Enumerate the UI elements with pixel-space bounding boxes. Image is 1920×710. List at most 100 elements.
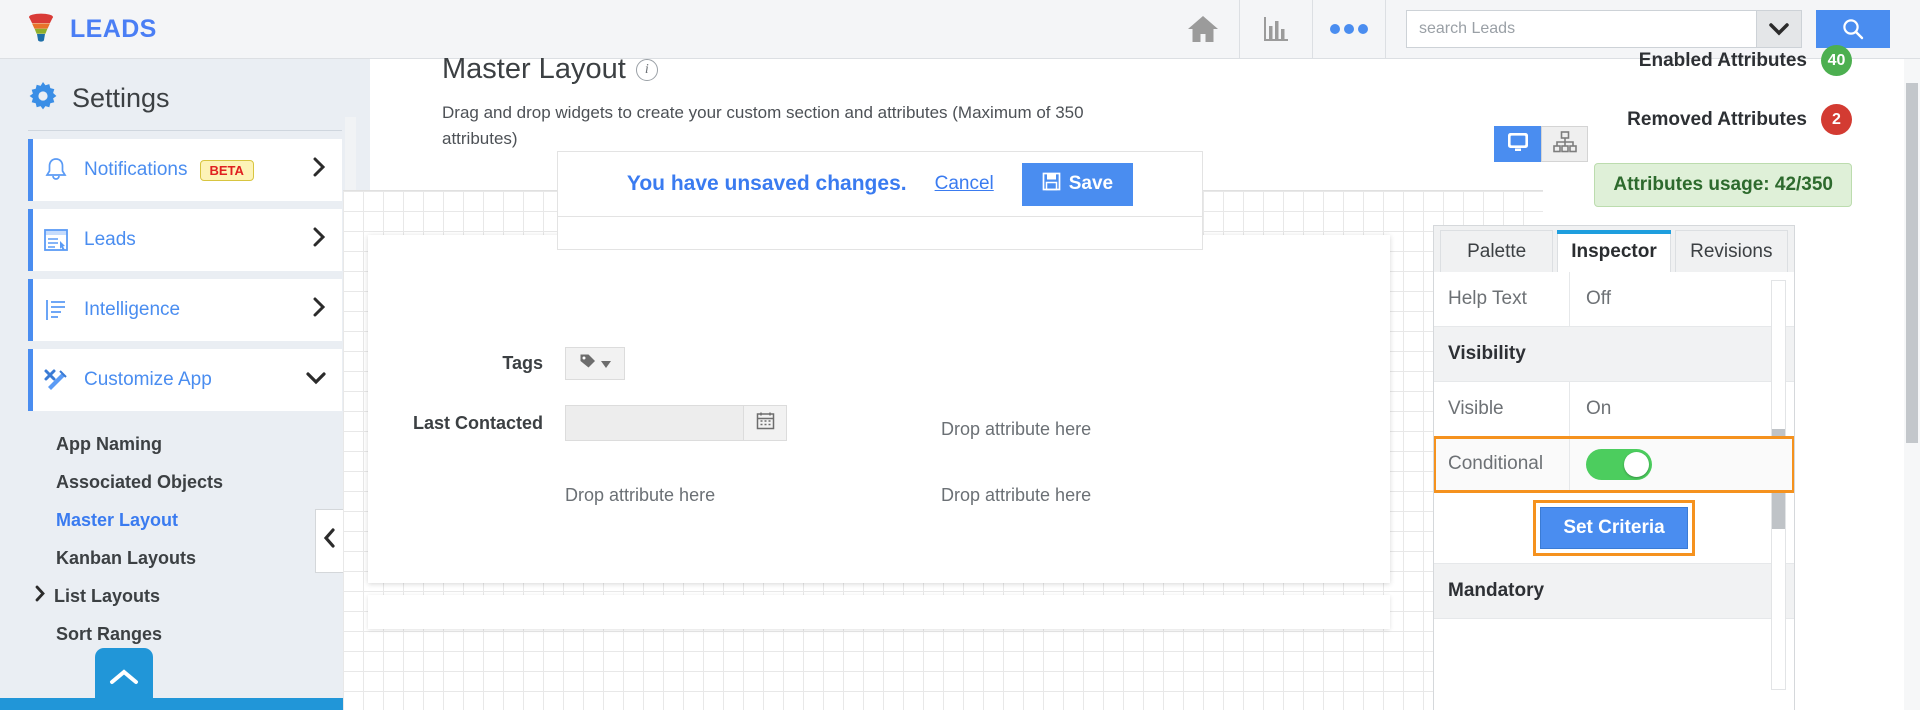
field-label-last-contacted: Last Contacted: [412, 412, 543, 433]
canvas-collapse-handle[interactable]: [315, 509, 343, 573]
divider: [1385, 0, 1386, 59]
inspector-row-set-criteria: Set Criteria: [1434, 492, 1794, 564]
sub-item-label: Associated Objects: [56, 471, 224, 492]
inspector-section-visibility: Visibility: [1434, 327, 1794, 382]
document-lines-icon: [28, 297, 84, 323]
field-row-last-contacted: Last Contacted: [368, 405, 787, 441]
bottom-accent-bar: [0, 698, 370, 710]
last-contacted-input[interactable]: [565, 405, 743, 441]
set-criteria-button[interactable]: Set Criteria: [1540, 506, 1688, 549]
calendar-icon: [756, 411, 775, 435]
tab-revisions-label: Revisions: [1690, 240, 1773, 262]
calendar-picker-button[interactable]: [743, 405, 787, 441]
inspector-tabs: Palette Inspector Revisions: [1434, 226, 1794, 272]
layout-canvas[interactable]: You have unsaved changes. Cancel Save Ta…: [315, 126, 1588, 710]
field-row-tags: Tags: [368, 347, 628, 380]
inspector-row-visible[interactable]: Visible On: [1434, 382, 1794, 437]
toggle-knob: [1624, 451, 1649, 477]
main-scrollbar[interactable]: [1904, 59, 1920, 710]
tab-revisions[interactable]: Revisions: [1674, 230, 1788, 272]
sub-item-label: Master Layout: [56, 509, 179, 530]
attributes-usage-pill: Attributes usage: 42/350: [1594, 163, 1852, 207]
search-box[interactable]: [1406, 10, 1756, 48]
tags-dropdown-button[interactable]: [565, 347, 625, 380]
inspector-row-conditional[interactable]: Conditional: [1434, 436, 1794, 493]
enabled-attributes-label: Enabled Attributes: [1638, 49, 1807, 71]
removed-attributes-badge: 2: [1821, 104, 1852, 135]
search-icon: [1843, 19, 1864, 40]
sidebar-item-label: Notifications: [84, 159, 188, 180]
window-list-icon: [28, 227, 84, 253]
inspector-key-conditional: Conditional: [1434, 437, 1570, 491]
tab-palette-label: Palette: [1467, 240, 1527, 262]
hierarchy-view-button[interactable]: [1541, 126, 1588, 162]
sidebar-item-associated-objects[interactable]: Associated Objects: [0, 463, 370, 501]
drop-zone-right-2[interactable]: Drop attribute here: [941, 485, 1091, 506]
tab-inspector[interactable]: Inspector: [1557, 230, 1671, 272]
sub-item-label: App Naming: [56, 433, 162, 454]
layout-sheet[interactable]: You have unsaved changes. Cancel Save Ta…: [368, 151, 1390, 583]
search-input[interactable]: [1419, 20, 1744, 38]
removed-attributes-label: Removed Attributes: [1627, 108, 1807, 130]
gear-icon: [28, 81, 58, 116]
beta-badge: BETA: [199, 159, 254, 181]
device-view-toggle: [1494, 126, 1588, 162]
funnel-icon: [24, 10, 58, 49]
app-brand[interactable]: LEADS: [0, 10, 370, 49]
sidebar-item-intelligence[interactable]: Intelligence: [28, 279, 342, 341]
sidebar-item-label: Customize App: [84, 369, 212, 390]
save-button-label: Save: [1068, 173, 1114, 194]
inspector-key-visible: Visible: [1434, 382, 1570, 436]
unsaved-changes-bar: You have unsaved changes. Cancel Save: [557, 151, 1203, 217]
brand-label: LEADS: [70, 14, 157, 43]
tab-inspector-label: Inspector: [1571, 240, 1657, 262]
cancel-button[interactable]: Cancel: [935, 173, 994, 195]
tab-palette[interactable]: Palette: [1440, 230, 1554, 272]
main-content: Master Layout i Drag and drop widgets to…: [315, 45, 1920, 710]
search-button[interactable]: [1816, 10, 1890, 48]
sidebar-item-list-layouts[interactable]: List Layouts: [0, 577, 370, 615]
tools-icon: [28, 367, 84, 393]
inspector-value-help-text: Off: [1586, 288, 1611, 309]
bar-chart-icon[interactable]: [1240, 0, 1312, 59]
chevron-right-icon: [34, 585, 46, 607]
tag-icon: [579, 353, 596, 375]
home-icon[interactable]: [1167, 0, 1239, 59]
floppy-disk-icon: [1042, 172, 1061, 197]
sidebar-item-app-naming[interactable]: App Naming: [0, 425, 370, 463]
drop-zone-left-1[interactable]: Drop attribute here: [565, 485, 715, 506]
enabled-attributes-badge: 40: [1821, 45, 1852, 76]
chevron-left-icon: [323, 528, 336, 554]
sub-item-label: List Layouts: [54, 585, 161, 606]
inspector-value-visible: On: [1586, 398, 1612, 419]
more-dots-icon[interactable]: [1313, 0, 1385, 59]
enabled-attributes-row: Enabled Attributes 40: [1594, 45, 1852, 76]
sidebar-item-customize-app[interactable]: Customize App: [28, 349, 342, 411]
chevron-right-icon: [312, 297, 342, 323]
field-label-tags: Tags: [502, 353, 543, 373]
unsaved-message: You have unsaved changes.: [626, 172, 907, 195]
sidebar-item-label: Leads: [84, 229, 136, 250]
sub-item-label: Sort Ranges: [56, 623, 163, 644]
main-scrollbar-thumb[interactable]: [1906, 83, 1918, 443]
monitor-icon: [1505, 130, 1531, 159]
search-scope-dropdown[interactable]: [1756, 10, 1802, 48]
desktop-view-button[interactable]: [1494, 126, 1541, 162]
sidebar-item-notifications[interactable]: Notifications BETA: [28, 139, 342, 201]
sidebar-item-sort-ranges[interactable]: Sort Ranges: [0, 615, 370, 653]
sidebar-item-leads[interactable]: Leads: [28, 209, 342, 271]
set-criteria-highlight: Set Criteria: [1533, 499, 1695, 556]
conditional-toggle[interactable]: [1586, 448, 1652, 480]
chevron-right-icon: [312, 227, 342, 253]
info-icon[interactable]: i: [635, 58, 658, 81]
inspector-row-help-text[interactable]: Help Text Off: [1434, 272, 1794, 327]
sub-item-label: Kanban Layouts: [56, 547, 197, 568]
page-subtitle: Drag and drop widgets to create your cus…: [442, 103, 1084, 148]
layout-sheet-secondary[interactable]: [368, 595, 1390, 629]
bell-icon: [28, 156, 84, 184]
save-button[interactable]: Save: [1021, 162, 1134, 206]
search-area: [1406, 10, 1890, 48]
app-root: LEADS search Leads Settings Notification…: [0, 0, 1920, 710]
drop-zone-right-1[interactable]: Drop attribute here: [941, 419, 1091, 440]
sidebar: Settings Notifications BETA Leads Intell…: [0, 59, 370, 710]
